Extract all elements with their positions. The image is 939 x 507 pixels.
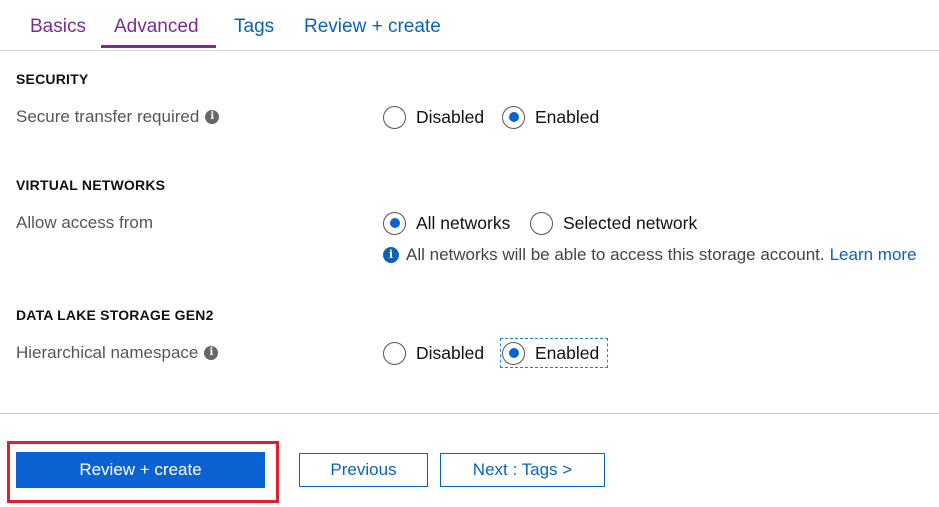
info-icon: i	[383, 247, 399, 263]
radio-circle-checked	[502, 341, 525, 365]
hierarchical-namespace-disabled-radio[interactable]: Disabled	[383, 339, 484, 367]
info-icon[interactable]: i	[204, 345, 219, 360]
data-lake-heading: DATA LAKE STORAGE GEN2	[16, 307, 214, 323]
radio-label: Disabled	[416, 342, 485, 363]
secure-transfer-label: Secure transfer required i	[16, 107, 220, 127]
selected-network-radio[interactable]: Selected network	[530, 209, 697, 237]
hierarchical-namespace-enabled-radio[interactable]: Enabled	[499, 338, 609, 368]
radio-circle-checked	[383, 211, 406, 235]
allow-access-label: Allow access from	[16, 213, 153, 232]
tab-bar: Basics Advanced Tags Review + create	[0, 0, 939, 51]
secure-transfer-disabled-radio[interactable]: Disabled	[383, 103, 484, 131]
hierarchical-namespace-label: Hierarchical namespace i	[16, 343, 219, 363]
tab-advanced[interactable]: Advanced	[114, 14, 199, 40]
radio-circle-unchecked	[530, 211, 553, 235]
learn-more-link[interactable]: Learn more	[830, 245, 917, 265]
radio-label: Disabled	[416, 106, 485, 127]
secure-transfer-label-text: Secure transfer required	[16, 107, 200, 126]
radio-circle-unchecked	[383, 341, 406, 365]
network-info-message: i All networks will be able to access th…	[383, 245, 917, 265]
secure-transfer-enabled-radio[interactable]: Enabled	[502, 103, 599, 131]
info-icon[interactable]: i	[205, 109, 220, 124]
active-tab-indicator	[101, 45, 216, 48]
network-info-text: All networks will be able to access this…	[406, 245, 825, 264]
previous-button[interactable]: Previous	[299, 453, 428, 487]
tab-basics[interactable]: Basics	[30, 14, 86, 40]
radio-label: Selected network	[563, 212, 698, 233]
tab-review-create[interactable]: Review + create	[304, 14, 441, 40]
radio-circle-unchecked	[383, 105, 406, 129]
all-networks-radio[interactable]: All networks	[383, 209, 510, 237]
security-heading: SECURITY	[16, 71, 89, 87]
radio-circle-checked	[502, 105, 525, 129]
radio-label: All networks	[416, 212, 511, 233]
tab-tags[interactable]: Tags	[234, 14, 274, 40]
virtual-networks-heading: VIRTUAL NETWORKS	[16, 177, 166, 193]
radio-label: Enabled	[535, 342, 600, 363]
hierarchical-namespace-label-text: Hierarchical namespace	[16, 343, 199, 362]
next-tags-button[interactable]: Next : Tags >	[440, 453, 605, 487]
footer-divider	[0, 413, 939, 414]
review-create-button[interactable]: Review + create	[16, 452, 265, 488]
radio-label: Enabled	[535, 106, 600, 127]
